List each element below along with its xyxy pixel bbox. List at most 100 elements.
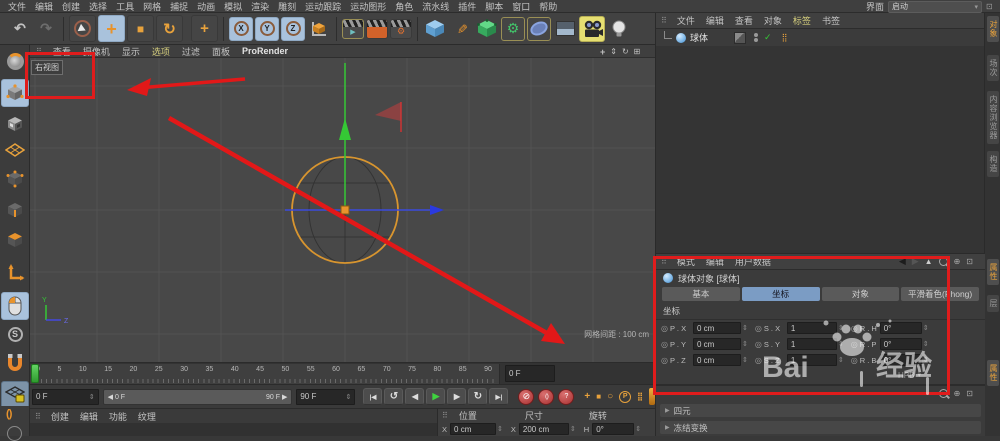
tab-attributes[interactable]: 属性 <box>987 259 999 285</box>
tab-object[interactable]: 对象 <box>822 287 900 301</box>
key-circle-icon[interactable]: ◎ <box>661 356 668 365</box>
menu-pipeline[interactable]: 流水线 <box>422 0 449 13</box>
add-generator-button[interactable] <box>475 17 499 41</box>
undo-button[interactable]: ↶ <box>8 17 32 41</box>
current-frame-box[interactable]: 0 F <box>505 365 555 382</box>
render-view-button[interactable]: ▶ <box>342 19 364 39</box>
am-add-icon[interactable]: ⊕ <box>954 257 961 266</box>
menu-window[interactable]: 窗口 <box>512 0 530 13</box>
polygons-mode-button[interactable] <box>1 227 29 253</box>
menu-simulate[interactable]: 模拟 <box>224 0 242 13</box>
om-menu-bookmarks[interactable]: 书签 <box>822 14 840 27</box>
spinner-icon[interactable]: ⇕ <box>838 340 844 348</box>
spinner-icon[interactable]: ⇕ <box>923 324 929 332</box>
group-quaternion[interactable]: ▶ 四元 <box>660 404 981 417</box>
spinner-icon[interactable]: ⇕ <box>742 356 748 364</box>
viewport-panel-menu-icon[interactable]: ⠿ <box>36 47 41 56</box>
materials-empty-area[interactable] <box>30 423 437 436</box>
tab-objects[interactable]: 对象 <box>987 16 999 42</box>
spinner-icon[interactable]: ⇕ <box>838 356 844 364</box>
visibility-dots[interactable] <box>754 33 758 42</box>
materials-panel-menu-icon[interactable]: ⠿ <box>35 412 40 421</box>
coords-panel-menu-icon[interactable]: ⠿ <box>442 411 447 420</box>
range-end-spinbox[interactable]: 90 F⇕ <box>296 389 355 405</box>
key-rotation-toggle[interactable]: ○ <box>607 391 613 402</box>
spinner-icon[interactable]: ⇕ <box>923 340 929 348</box>
am-up-icon[interactable]: ▲ <box>925 257 933 266</box>
key-circle-icon[interactable]: ◎ <box>755 356 762 365</box>
viewport-menu-options[interactable]: 选项 <box>152 45 170 58</box>
timeline-range-slider[interactable]: ◀ 0 F 90 F ▶ <box>103 389 293 405</box>
am-menu-mode[interactable]: 模式 <box>677 255 695 268</box>
record-params-button[interactable]: ( ) <box>538 389 554 405</box>
key-scale-toggle[interactable]: ■ <box>596 392 601 401</box>
spinner-icon[interactable]: ⇕ <box>923 356 929 364</box>
lock-z-axis-button[interactable]: Z <box>281 17 305 41</box>
add-spline-primitive-button[interactable] <box>527 17 551 41</box>
key-circle-icon[interactable]: ◎ <box>755 324 762 333</box>
om-panel-menu-icon[interactable]: ⠿ <box>661 16 666 25</box>
key-circle-icon[interactable]: ◎ <box>851 324 858 333</box>
viewport-menu-prorender[interactable]: ProRender <box>242 46 288 56</box>
make-editable-button[interactable] <box>1 47 29 75</box>
key-circle-icon[interactable]: ◎ <box>755 340 762 349</box>
viewport-pan-icon[interactable]: + <box>600 47 605 57</box>
edges-mode-button[interactable] <box>1 197 29 223</box>
object-row-sphere[interactable]: 球体 ✓ ⣿ <box>656 29 985 46</box>
add-deformer-button[interactable]: ⚙ <box>501 17 525 41</box>
previous-key-button[interactable]: ◀ <box>405 388 424 405</box>
frame-icon[interactable]: ⊡ <box>966 389 973 398</box>
viewport-menu-view[interactable]: 查看 <box>53 45 71 58</box>
om-menu-tags[interactable]: 标签 <box>793 14 811 27</box>
am-search-icon[interactable] <box>939 257 948 266</box>
spinner-icon[interactable]: ⇕ <box>838 324 844 332</box>
add-camera-button[interactable] <box>579 16 605 42</box>
om-menu-objects[interactable]: 对象 <box>764 14 782 27</box>
phong-tag-icon[interactable]: ⣿ <box>782 33 788 42</box>
key-position-toggle[interactable]: + <box>584 391 590 402</box>
coords-x-field[interactable]: 0 cm <box>450 423 496 435</box>
playhead[interactable] <box>31 364 39 383</box>
autokey-help-button[interactable]: ? <box>558 389 574 405</box>
tab-basic[interactable]: 基本 <box>662 287 740 301</box>
move-tool-button[interactable]: + <box>98 15 125 42</box>
menu-mograph[interactable]: 运动图形 <box>350 0 386 13</box>
lock-y-axis-button[interactable]: Y <box>255 17 279 41</box>
scale-tool-button[interactable]: ■ <box>127 15 154 42</box>
workplane-mode-button[interactable] <box>1 139 29 161</box>
spinner-icon[interactable]: ⇕ <box>742 340 748 348</box>
panel-menu-icon[interactable]: ⊡ <box>986 2 993 11</box>
model-mode-button[interactable] <box>1 79 29 107</box>
menu-render[interactable]: 渲染 <box>251 0 269 13</box>
record-position-button[interactable]: ⊘ <box>518 389 534 405</box>
lock-x-axis-button[interactable]: X <box>229 17 253 41</box>
key-pla-toggle[interactable]: ⣿ <box>637 392 643 401</box>
viewport-zoom-icon[interactable]: ⇕ <box>610 47 617 56</box>
menu-snap[interactable]: 捕捉 <box>170 0 188 13</box>
timeline-ruler[interactable]: 051015202530354045505560657075808590 <box>30 364 500 384</box>
viewport-toggle-icon[interactable]: ⊞ <box>634 47 641 56</box>
next-key-button[interactable]: ▶ <box>447 388 466 405</box>
goto-end-button[interactable]: ▶| <box>489 388 508 405</box>
sphere-object-icon[interactable] <box>676 33 686 43</box>
am-menu-edit[interactable]: 编辑 <box>706 255 724 268</box>
spinner-icon[interactable]: ⇕ <box>635 425 641 433</box>
menu-file[interactable]: 文件 <box>8 0 26 13</box>
circle-tool-icon[interactable] <box>7 426 22 441</box>
coords-sx-field[interactable]: 200 cm <box>519 423 569 435</box>
menu-plugins[interactable]: 插件 <box>458 0 476 13</box>
menu-mesh[interactable]: 网格 <box>143 0 161 13</box>
add-spline-button[interactable]: ✎ <box>449 17 473 41</box>
tab-structure[interactable]: 构造 <box>987 151 999 177</box>
om-menu-view[interactable]: 查看 <box>735 14 753 27</box>
om-menu-file[interactable]: 文件 <box>677 14 695 27</box>
spinner-icon[interactable]: ⇕ <box>742 324 748 332</box>
py-field[interactable]: 0 cm <box>693 338 741 350</box>
lock-workplane-button[interactable] <box>1 381 29 409</box>
om-menu-edit[interactable]: 编辑 <box>706 14 724 27</box>
live-selection-button[interactable] <box>69 15 96 42</box>
layer-tag[interactable] <box>734 32 746 44</box>
play-button[interactable]: ▶ <box>426 388 445 405</box>
tab-takes[interactable]: 场次 <box>987 55 999 81</box>
enabled-check-icon[interactable]: ✓ <box>764 32 772 43</box>
